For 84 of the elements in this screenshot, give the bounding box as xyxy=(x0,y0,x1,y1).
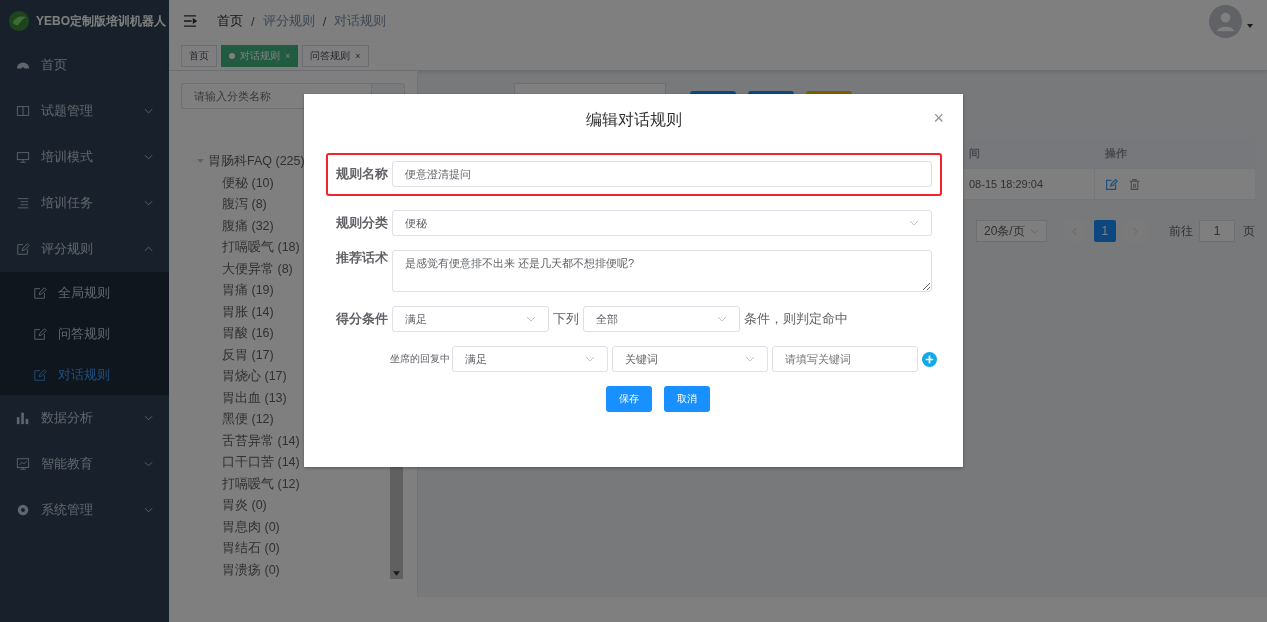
sidebar-item[interactable]: 系统管理 xyxy=(0,487,169,533)
submenu-item[interactable]: 问答规则 xyxy=(0,313,169,354)
dialog-title: 编辑对话规则 xyxy=(586,109,682,130)
submenu-item[interactable]: 全局规则 xyxy=(0,272,169,313)
sidebar-item[interactable]: 培训模式 xyxy=(0,134,169,180)
close-icon[interactable]: × xyxy=(285,51,291,61)
chevron-icon xyxy=(144,507,153,513)
breadcrumb-separator: / xyxy=(251,13,255,29)
collapse-icon[interactable] xyxy=(197,159,204,165)
edit-icon xyxy=(33,367,47,382)
save-button[interactable]: 保存 xyxy=(606,386,652,412)
chevron-icon xyxy=(909,220,919,226)
delete-icon[interactable] xyxy=(1128,177,1141,191)
table-cell-text: 08-15 18:29:04 xyxy=(968,177,1044,192)
rule-name-field[interactable]: 便意澄清提问 xyxy=(392,161,932,187)
edit-icon xyxy=(33,285,47,300)
breadcrumb-item: 评分规则 xyxy=(262,12,315,30)
form-label: 推荐话术 xyxy=(336,250,389,267)
keyword-field[interactable]: 请填写关键词 xyxy=(772,346,918,372)
chevron-icon xyxy=(144,200,153,206)
form-label: 得分条件 xyxy=(336,310,389,328)
chevron-icon xyxy=(585,356,595,362)
menu-icon xyxy=(16,196,30,210)
chevron-icon xyxy=(526,316,536,322)
chevron-icon xyxy=(144,461,153,467)
menu-icon xyxy=(16,242,30,256)
goto-field[interactable]: 1 xyxy=(1198,220,1235,242)
sidebar-item[interactable]: 数据分析 xyxy=(0,395,169,441)
cancel-button[interactable]: 取消 xyxy=(664,386,710,412)
menu-icon xyxy=(16,411,30,425)
script-textarea[interactable]: 是感觉有便意排不出来 还是几天都不想排便呢? xyxy=(392,250,932,292)
tree-node[interactable]: 胃溃疡 (0) xyxy=(181,559,405,581)
logo-icon xyxy=(8,10,30,32)
sidebar-item[interactable]: 试题管理 xyxy=(0,88,169,134)
close-icon[interactable]: × xyxy=(933,108,944,128)
add-icon[interactable] xyxy=(922,351,937,367)
tree-node[interactable]: 打嗝嗳气 (12) xyxy=(181,473,405,495)
goto-label: 前往 xyxy=(1168,222,1193,240)
form-label: 规则分类 xyxy=(336,214,389,232)
breadcrumb-separator: / xyxy=(322,13,327,29)
menu-icon xyxy=(16,104,30,118)
chevron-icon xyxy=(717,316,727,322)
chevron-icon xyxy=(745,356,755,362)
sidebar-item[interactable]: 智能教育 xyxy=(0,441,169,487)
chevron-icon xyxy=(144,154,153,160)
submenu-item[interactable]: 对话规则 xyxy=(0,354,169,395)
close-icon[interactable]: × xyxy=(355,51,361,61)
avatar-icon[interactable] xyxy=(1209,4,1242,38)
scroll-down-icon[interactable] xyxy=(393,571,400,576)
tab[interactable]: 问答规则 × xyxy=(302,45,369,67)
tree-node[interactable]: 胃结石 (0) xyxy=(181,538,405,560)
chevron-icon xyxy=(144,108,153,114)
menu-icon xyxy=(16,457,30,471)
sidebar-item[interactable]: 评分规则 xyxy=(0,226,169,272)
breadcrumb-item: 对话规则 xyxy=(334,12,387,30)
chevron-icon xyxy=(144,246,153,252)
match-select[interactable]: 满足 xyxy=(392,306,549,332)
caret-icon[interactable] xyxy=(1247,24,1253,28)
chevron-icon xyxy=(144,415,153,421)
condition-text: 下列 xyxy=(553,310,579,328)
form-label: 规则名称 xyxy=(336,165,389,183)
category-select[interactable]: 便秘 xyxy=(392,210,932,236)
breadcrumb-item[interactable]: 首页 xyxy=(217,12,243,30)
menu-icon xyxy=(16,150,30,164)
app-title: YEBO定制版培训机器人 xyxy=(36,12,166,30)
tree-node[interactable]: 胃息肉 (0) xyxy=(181,516,405,538)
scope-select[interactable]: 全部 xyxy=(583,306,740,332)
rule-label: 坐席的回复中 xyxy=(390,352,450,366)
menu-icon xyxy=(16,503,30,517)
tree-node[interactable]: 胃肠科FAQ (225) xyxy=(208,153,305,171)
sidebar-item[interactable]: 培训任务 xyxy=(0,180,169,226)
menu-toggle-icon[interactable] xyxy=(183,15,197,27)
page-suffix: 页 xyxy=(1243,222,1255,240)
tab[interactable]: 首页 xyxy=(181,45,217,67)
tab[interactable]: 对话规则 × xyxy=(221,45,299,67)
edit-icon[interactable] xyxy=(1105,177,1118,191)
match-select[interactable]: 满足 xyxy=(452,346,608,372)
page-button[interactable]: 1 xyxy=(1093,220,1117,242)
sidebar-item[interactable]: 首页 xyxy=(0,42,169,88)
tree-node[interactable]: 胃炎 (0) xyxy=(181,495,405,517)
edit-icon xyxy=(33,326,47,341)
condition-text: 条件，则判定命中 xyxy=(744,310,848,328)
page-size-select[interactable]: 20条/页 xyxy=(976,220,1047,242)
type-select[interactable]: 关键词 xyxy=(612,346,768,372)
